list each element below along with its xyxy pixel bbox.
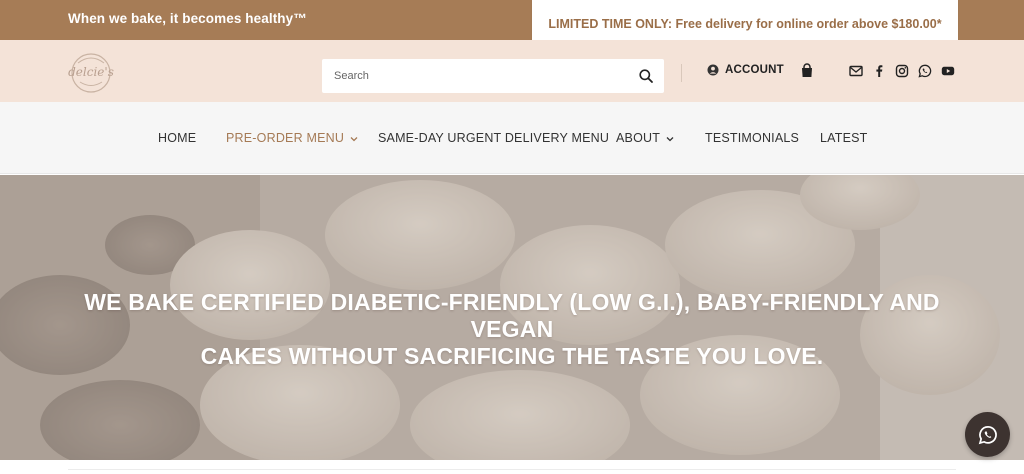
site-header: delcie's ACCOUNT bbox=[0, 40, 1024, 102]
nav-item-about[interactable]: ABOUT bbox=[616, 131, 674, 145]
hero-headline: WE BAKE CERTIFIED DIABETIC-FRIENDLY (LOW… bbox=[40, 289, 984, 370]
hero-headline-line-2: CAKES WITHOUT SACRIFICING THE TASTE YOU … bbox=[200, 343, 824, 369]
nav-label: PRE-ORDER MENU bbox=[226, 131, 345, 145]
search-box[interactable] bbox=[322, 59, 664, 93]
nav-label: LATEST bbox=[820, 131, 868, 145]
main-nav: HOME PRE-ORDER MENU SAME-DAY URGENT DELI… bbox=[0, 102, 1024, 174]
account-label: ACCOUNT bbox=[725, 64, 784, 76]
hero-banner: WE BAKE CERTIFIED DIABETIC-FRIENDLY (LOW… bbox=[0, 175, 1024, 460]
header-divider bbox=[681, 64, 682, 82]
user-icon bbox=[707, 64, 719, 76]
search-input[interactable] bbox=[322, 59, 622, 93]
whatsapp-icon bbox=[978, 425, 997, 444]
whatsapp-icon[interactable] bbox=[918, 64, 932, 78]
chevron-down-icon bbox=[350, 136, 358, 142]
nav-item-testimonials[interactable]: TESTIMONIALS bbox=[705, 131, 799, 145]
search-icon[interactable] bbox=[638, 68, 654, 84]
tagline: When we bake, it becomes healthy™ bbox=[68, 11, 307, 26]
nav-label: SAME-DAY URGENT DELIVERY MENU bbox=[378, 131, 610, 145]
account-link[interactable]: ACCOUNT bbox=[707, 64, 784, 76]
chevron-down-icon bbox=[666, 136, 674, 142]
logo-mark: delcie's bbox=[68, 53, 114, 93]
nav-label: ABOUT bbox=[616, 131, 661, 145]
facebook-icon[interactable] bbox=[872, 64, 886, 78]
instagram-icon[interactable] bbox=[895, 64, 909, 78]
promo-text: LIMITED TIME ONLY: Free delivery for onl… bbox=[548, 17, 942, 31]
divider bbox=[68, 469, 956, 470]
logo-text: delcie's bbox=[68, 65, 114, 79]
nav-label: HOME bbox=[158, 131, 197, 145]
youtube-icon[interactable] bbox=[941, 64, 955, 78]
hero-headline-line-1: WE BAKE CERTIFIED DIABETIC-FRIENDLY (LOW… bbox=[84, 289, 940, 342]
logo[interactable]: delcie's bbox=[66, 49, 116, 95]
nav-item-home[interactable]: HOME bbox=[158, 131, 196, 145]
mail-icon[interactable] bbox=[849, 64, 863, 78]
nav-item-latest[interactable]: LATEST bbox=[820, 131, 868, 145]
nav-label: TESTIMONIALS bbox=[705, 131, 800, 145]
nav-item-same-day-urgent-delivery-menu[interactable]: SAME-DAY URGENT DELIVERY MENU bbox=[378, 131, 609, 145]
whatsapp-chat-button[interactable] bbox=[965, 412, 1010, 457]
shopping-bag-icon[interactable] bbox=[799, 63, 815, 79]
content-start bbox=[0, 460, 1024, 474]
nav-item-pre-order-menu[interactable]: PRE-ORDER MENU bbox=[226, 131, 358, 145]
social-links bbox=[849, 64, 955, 78]
